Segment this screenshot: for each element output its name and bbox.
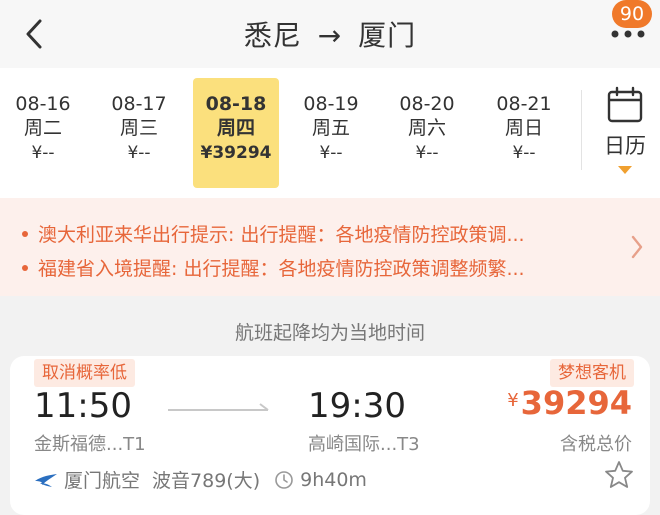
more-dots-icon	[611, 30, 645, 38]
notice-item: 福建省入境提醒: 出行提醒：各地疫情防控政策调整频繁...	[22, 254, 525, 281]
local-time-note: 航班起降均为当地时间	[234, 322, 425, 344]
date-price: ¥--	[127, 143, 151, 163]
route-arrow-glyph: →	[317, 19, 343, 52]
travel-notice-banner[interactable]: 澳大利亚来华出行提示: 出行提醒：各地疫情防控政策调... 福建省入境提醒: 出…	[0, 198, 660, 296]
price-note: 含税总价	[560, 434, 632, 455]
weekday-label: 周二	[23, 117, 62, 139]
calendar-button[interactable]: 日历	[590, 86, 660, 186]
aircraft-model: 波音789(大)	[152, 470, 261, 492]
bullet-icon	[22, 230, 28, 237]
xiamen-airlines-logo-icon	[35, 473, 57, 487]
chevron-right-icon	[631, 235, 643, 259]
clock-icon	[275, 470, 293, 489]
aircraft-tag: 梦想客机	[550, 359, 634, 387]
weekday-label: 周五	[311, 117, 350, 139]
weekday-label: 周日	[504, 117, 543, 139]
weekday-label: 周三	[119, 117, 158, 139]
date-item-0819[interactable]: 08-19 周五 ¥--	[288, 92, 374, 202]
notice-text: 福建省入境提醒: 出行提醒：各地疫情防控政策调整频繁...	[38, 258, 525, 280]
duration-text: 9h40m	[300, 468, 367, 491]
destination-city: 厦门	[358, 19, 417, 52]
airline-name: 厦门航空	[64, 470, 141, 492]
origin-city: 悉尼	[243, 19, 302, 52]
date-label: 08-19	[303, 93, 359, 115]
flight-card[interactable]: 取消概率低 梦想客机 11:50 19:30 金斯福德...T1 高崎国际...…	[10, 356, 650, 515]
date-item-0818-selected[interactable]: 08-18 周四 ¥39294	[193, 78, 279, 188]
date-item-0817[interactable]: 08-17 周三 ¥--	[96, 92, 182, 202]
date-price: ¥39294	[200, 143, 272, 163]
star-icon[interactable]	[604, 460, 634, 490]
caret-down-icon	[618, 166, 632, 174]
date-label: 08-21	[496, 93, 552, 115]
notice-text: 澳大利亚来华出行提示: 出行提醒：各地疫情防控政策调...	[38, 224, 525, 246]
top-bar: 悉尼 → 厦门 90	[0, 0, 660, 68]
low-cancel-tag: 取消概率低	[34, 359, 135, 387]
calendar-icon	[607, 86, 643, 123]
date-label: 08-16	[15, 93, 71, 115]
date-price: ¥--	[415, 143, 439, 163]
date-label: 08-20	[399, 93, 455, 115]
date-price: ¥--	[31, 143, 55, 163]
date-label: 08-18	[205, 93, 267, 115]
notice-item: 澳大利亚来华出行提示: 出行提醒：各地疫情防控政策调...	[22, 220, 525, 247]
airline-info: 厦门航空 波音789(大) 9h40m	[34, 466, 367, 493]
departure-time: 11:50	[34, 386, 132, 426]
arrival-airport: 高崎国际...T3	[308, 434, 420, 455]
weekday-label: 周六	[407, 117, 446, 139]
date-item-0821[interactable]: 08-21 周日 ¥--	[481, 92, 567, 202]
flight-arrow-icon	[168, 403, 269, 411]
date-price: ¥--	[319, 143, 343, 163]
calendar-label: 日历	[604, 134, 646, 158]
page-title: 悉尼 → 厦门	[0, 14, 660, 54]
flight-duration: 9h40m	[274, 469, 367, 491]
weekday-label: 周四	[216, 117, 255, 139]
flight-price: ¥39294	[507, 384, 632, 422]
bullet-icon	[22, 264, 28, 271]
arrival-time: 19:30	[308, 386, 406, 426]
date-item-0820[interactable]: 08-20 周六 ¥--	[384, 92, 470, 202]
date-price: ¥--	[512, 143, 536, 163]
notification-badge: 90	[612, 0, 652, 28]
date-item-0816[interactable]: 08-16 周二 ¥--	[0, 92, 86, 202]
price-amount: 39294	[520, 384, 632, 422]
date-divider	[581, 90, 582, 170]
date-selector: 08-16 周二 ¥-- 08-17 周三 ¥-- 08-18 周四 ¥3929…	[0, 68, 660, 198]
departure-airport: 金斯福德...T1	[34, 434, 146, 455]
date-label: 08-17	[111, 93, 167, 115]
currency-symbol: ¥	[507, 390, 519, 411]
